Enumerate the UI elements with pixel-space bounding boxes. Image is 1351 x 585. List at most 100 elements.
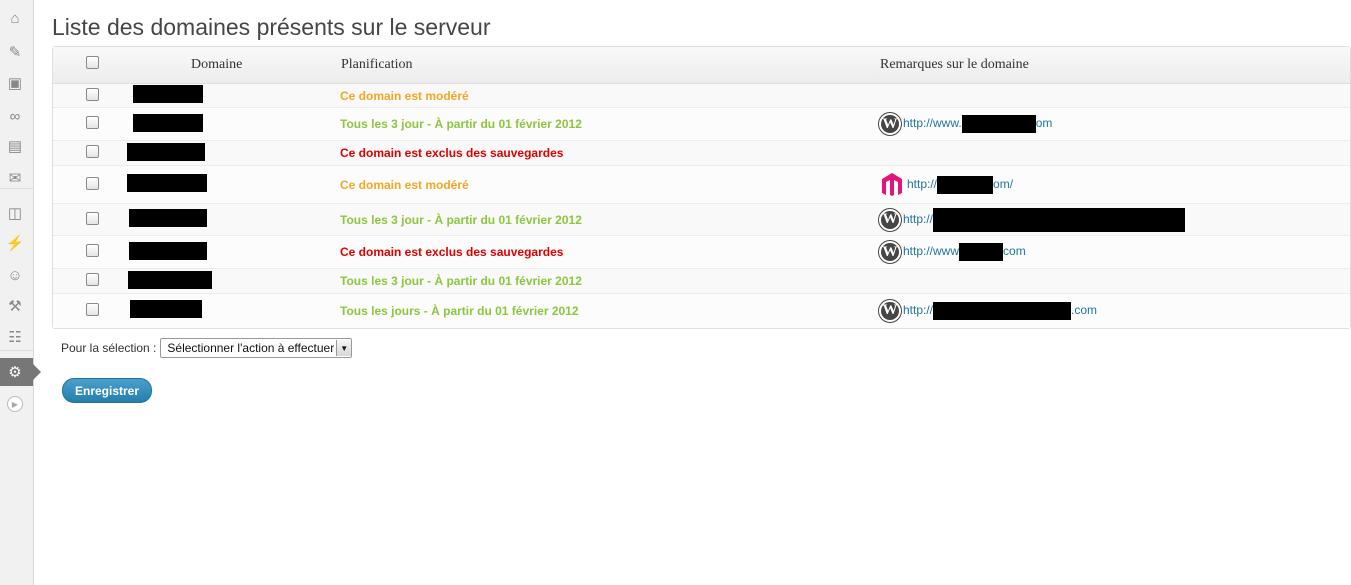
redacted-domain — [133, 113, 203, 132]
domains-table: Domaine Planification Remarques sur le d… — [52, 46, 1351, 329]
planning-cell: Tous les jours - À partir du 01 février … — [340, 293, 879, 328]
chevron-down-icon: ▼ — [336, 340, 352, 356]
remarks-cell — [879, 140, 1350, 166]
magento-icon — [879, 172, 905, 198]
remark: Whttp:// .com — [879, 299, 1350, 322]
domain-url-link[interactable]: http:// .com — [903, 301, 1098, 320]
redacted-url — [933, 207, 1186, 232]
row-checkbox[interactable] — [86, 87, 99, 101]
remarks-cell: http:// om/ — [879, 165, 1350, 204]
planning-cell: Tous les 3 jour - À partir du 01 février… — [340, 268, 879, 294]
domain-cell — [129, 235, 340, 269]
row-select-cell — [53, 293, 136, 328]
remarks-cell — [879, 268, 1350, 294]
domain-url-link[interactable]: http:// om/ — [907, 175, 1014, 194]
table-row: Tous les 3 jour - À partir du 01 février… — [53, 268, 1350, 294]
wordpress-icon: W — [879, 241, 901, 263]
table-row: Ce domain est exclus des sauvegardes Whtt… — [53, 235, 1350, 269]
url-suffix: .com — [1071, 302, 1098, 317]
tools-icon[interactable]: ⚒ — [3, 294, 27, 318]
pin-icon[interactable]: ✎ — [3, 40, 27, 64]
bulk-actions: Pour la sélection : Sélectionner l'actio… — [61, 338, 353, 358]
row-checkbox[interactable] — [86, 211, 99, 225]
url-prefix: http:// — [907, 176, 938, 191]
row-checkbox[interactable] — [86, 116, 99, 129]
url-prefix: http://www — [903, 244, 960, 259]
table-row: Tous les 3 jour - À partir du 01 février… — [53, 107, 1350, 141]
redacted-domain — [130, 300, 202, 319]
domain-cell — [127, 165, 340, 204]
pages-icon[interactable]: ▤ — [3, 134, 27, 158]
domain-url-link[interactable]: http://www. om — [903, 115, 1052, 133]
domain-cell — [129, 203, 340, 236]
collapse-arrow-icon[interactable]: ▶ — [7, 396, 23, 412]
remark: Whttp://www com — [879, 241, 1350, 263]
plugins-icon[interactable]: ⚡ — [3, 231, 27, 255]
links-icon[interactable]: ∞ — [3, 104, 27, 128]
bulk-action-select[interactable]: Sélectionner l'action à effectuer ▼ — [160, 338, 353, 358]
media-icon[interactable]: ▣ — [3, 71, 27, 95]
row-checkbox[interactable] — [86, 302, 99, 316]
select-all-checkbox[interactable] — [86, 56, 99, 69]
domain-cell — [133, 84, 340, 108]
redacted-domain — [128, 270, 212, 289]
menu-item-current[interactable]: ⚙ — [0, 358, 41, 386]
domain-cell — [130, 293, 340, 328]
page-title: Liste des domaines présents sur le serve… — [52, 14, 491, 40]
remarks-cell: Whttp://www. om — [879, 107, 1350, 141]
redacted-url — [961, 115, 1036, 133]
planning-status: Tous les 3 jour - À partir du 01 février… — [340, 274, 582, 288]
redacted-url — [933, 301, 1072, 320]
save-button[interactable]: Enregistrer — [62, 378, 153, 403]
domain-url-link[interactable]: http://www com — [903, 243, 1026, 261]
row-checkbox[interactable] — [86, 273, 99, 286]
planning-status: Ce domain est exclus des sauvegardes — [340, 146, 564, 160]
planning-status: Ce domain est exclus des sauvegardes — [340, 245, 564, 259]
redacted-domain — [127, 174, 207, 192]
comments-icon[interactable]: ✉ — [3, 166, 27, 190]
row-select-cell — [53, 203, 136, 236]
planning-status: Tous les 3 jour - À partir du 01 février… — [340, 212, 582, 227]
row-checkbox[interactable] — [86, 145, 99, 158]
planning-cell: Tous les 3 jour - À partir du 01 février… — [340, 203, 879, 236]
domain-url-link[interactable]: http:// — [903, 207, 1186, 232]
row-checkbox[interactable] — [86, 176, 99, 190]
select-all-cell — [53, 47, 136, 84]
table-header-row: Domaine Planification Remarques sur le d… — [53, 47, 1350, 84]
planning-cell: Ce domain est modéré — [340, 165, 879, 204]
users-icon[interactable]: ☺ — [3, 263, 27, 287]
domain-cell — [127, 140, 340, 166]
redacted-url — [959, 243, 1004, 261]
redacted-domain — [129, 241, 207, 260]
domain-cell — [128, 268, 340, 294]
planning-cell: Tous les 3 jour - À partir du 01 février… — [340, 107, 879, 141]
bulk-label: Pour la sélection : — [61, 341, 157, 355]
table-row: Ce domain est modéré http:// om/ — [53, 165, 1350, 204]
planning-status: Ce domain est modéré — [340, 177, 469, 192]
settings-icon[interactable]: ☷ — [3, 325, 27, 349]
url-prefix: http://www. — [903, 116, 962, 131]
row-checkbox[interactable] — [86, 244, 99, 257]
bulk-action-selected: Sélectionner l'action à effectuer — [167, 341, 335, 355]
url-suffix: om/ — [993, 176, 1014, 191]
redacted-domain — [129, 209, 207, 227]
header-planning: Planification — [340, 47, 879, 84]
planning-status: Tous les jours - À partir du 01 février … — [340, 303, 579, 318]
remark: Whttp://www. om — [879, 113, 1350, 135]
table-row: Ce domain est exclus des sauvegardes — [53, 140, 1350, 166]
row-select-cell — [53, 268, 136, 294]
table-row: Tous les 3 jour - À partir du 01 février… — [53, 203, 1350, 236]
redacted-domain — [127, 142, 205, 161]
admin-sidebar: ▶ ⌂ ✎ ▣ ∞ ▤ ✉ ◫ ⚡ ☺ ⚒ ☷ ⚙ — [0, 0, 41, 585]
planning-cell: Ce domain est exclus des sauvegardes — [340, 235, 879, 269]
url-suffix: com — [1003, 244, 1026, 259]
remarks-cell: Whttp://www com — [879, 235, 1350, 269]
wordpress-icon: W — [879, 113, 901, 135]
domain-cell — [133, 107, 340, 141]
row-select-cell — [53, 84, 136, 108]
remark: Whttp:// — [879, 207, 1350, 232]
row-select-cell — [53, 235, 136, 269]
row-select-cell — [53, 107, 136, 141]
appearance-icon[interactable]: ◫ — [3, 201, 27, 225]
home-icon[interactable]: ⌂ — [3, 6, 27, 30]
